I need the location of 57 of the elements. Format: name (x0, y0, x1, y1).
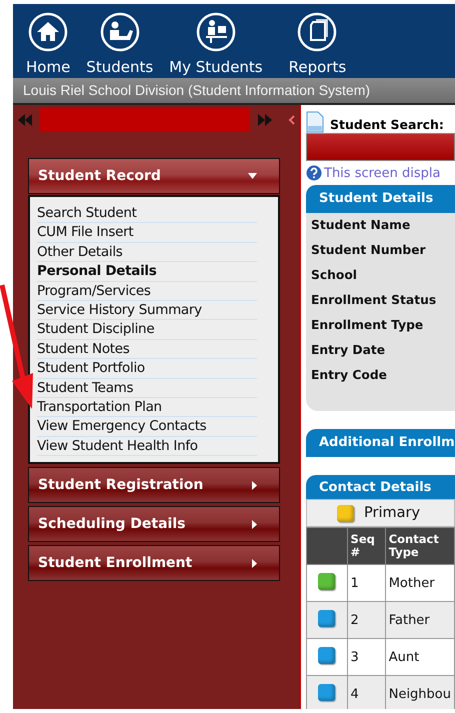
page-title: Student Search: (330, 117, 444, 133)
student-reading-icon[interactable] (100, 12, 140, 52)
help-icon[interactable] (306, 165, 322, 181)
nav-home-button[interactable]: Home (23, 4, 74, 76)
menu-item[interactable]: Student Notes (37, 340, 257, 360)
nav-my-students-button[interactable]: My Students (166, 4, 266, 76)
section-header[interactable]: Student Registration (28, 467, 280, 504)
menu-item[interactable]: CUM File Insert (37, 223, 257, 243)
menu-item[interactable]: Student Teams (37, 378, 257, 398)
menu-item[interactable]: Search Student (37, 204, 257, 224)
table-cell: 4 (347, 676, 386, 709)
system-title-bar: Louis Riel School Division (Student Information System) (13, 78, 455, 105)
table-cell: Father (385, 602, 454, 638)
menu-item[interactable]: Personal Details (37, 262, 257, 282)
field-label: Enrollment Type (310, 317, 424, 334)
table-cell: 3 (347, 638, 386, 676)
field-label: School (310, 267, 358, 284)
panel-header: Student Details (306, 185, 455, 213)
nav-reports-button[interactable]: Reports (286, 4, 350, 76)
person-at-desk-icon[interactable] (196, 12, 236, 52)
menu-item[interactable]: Student Discipline (37, 320, 257, 340)
panel-header: Contact Details (306, 475, 455, 499)
collapse-tab-icon[interactable] (288, 114, 296, 126)
section-header[interactable]: Scheduling Details (28, 506, 280, 542)
legend-label: Primary (364, 505, 420, 521)
help-text: This screen displa (324, 166, 441, 180)
menu-item[interactable]: Other Details (37, 242, 257, 262)
field-label: Student Name (310, 217, 412, 234)
table-cell: Mother (385, 564, 454, 602)
caret-right-icon (252, 558, 257, 568)
home-icon[interactable] (28, 12, 68, 52)
menu-item[interactable]: Student Portfolio (37, 359, 257, 379)
caret-right-icon (252, 480, 257, 490)
caret-right-icon (252, 520, 257, 529)
table-cell: 2 (347, 602, 386, 638)
table-header-cell: Seq # (347, 528, 386, 564)
table-cell: Neighbou (385, 676, 454, 709)
menu-item[interactable]: View Student Health Info (37, 436, 257, 456)
menu-item[interactable]: Program/Services (37, 282, 257, 302)
section-header[interactable]: Student Record (28, 158, 280, 194)
caret-down-icon (248, 173, 257, 179)
nav-students-button[interactable]: Students (83, 4, 156, 76)
field-label: Enrollment Status (310, 292, 438, 309)
field-label: Student Number (310, 242, 427, 259)
table-cell: Aunt (385, 638, 454, 676)
menu-item[interactable]: View Emergency Contacts (37, 417, 257, 437)
menu-item[interactable]: Transportation Plan (37, 398, 257, 418)
document-icon (306, 111, 324, 133)
table-header-cell: Contact Type (385, 528, 454, 564)
table-header-cell (306, 528, 348, 564)
field-label: Entry Code (310, 367, 388, 384)
field-label: Entry Date (310, 342, 386, 359)
menu-item[interactable]: Service History Summary (37, 301, 257, 320)
documents-icon[interactable] (297, 12, 338, 52)
panel-header[interactable]: Additional Enrollm (306, 429, 455, 457)
section-header[interactable]: Student Enrollment (28, 545, 280, 582)
table-cell: 1 (347, 564, 386, 602)
